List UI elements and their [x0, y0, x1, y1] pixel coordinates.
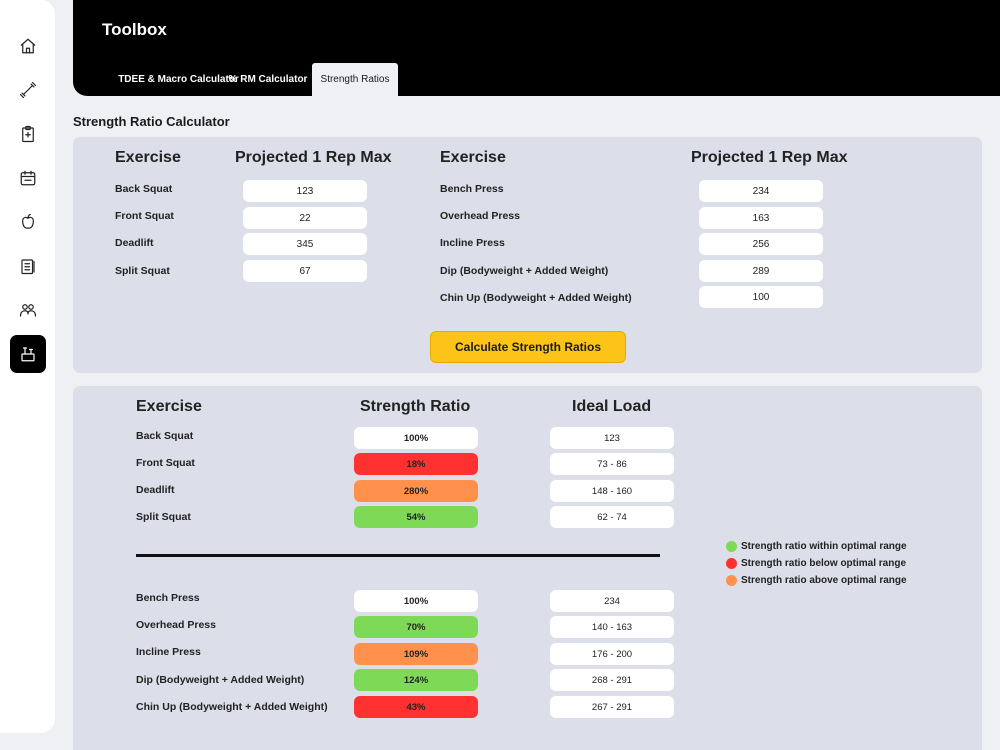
clipboard-icon — [22, 125, 34, 143]
lower-label-3: Split Squat — [115, 265, 170, 277]
toolbox-icon — [21, 347, 35, 362]
users-icon — [19, 304, 37, 317]
app-title: Toolbox — [102, 20, 167, 39]
nav-programs[interactable] — [10, 115, 46, 153]
load-deadlift: 148 - 160 — [550, 480, 674, 502]
upper-label-3: Dip (Bodyweight + Added Weight) — [440, 265, 609, 277]
results-header-ratio: Strength Ratio — [360, 398, 471, 415]
legend-dot-below — [726, 558, 737, 569]
ratio-dip: 124% — [354, 669, 478, 691]
ratio-deadlift: 280% — [354, 480, 478, 502]
load-front-squat: 73 - 86 — [550, 453, 674, 475]
lower-label-1: Front Squat — [115, 210, 174, 222]
app-header: Toolbox TDEE & Macro Calculator % RM Cal… — [73, 0, 1000, 96]
apple-icon — [22, 213, 34, 229]
result-label-deadlift: Deadlift — [136, 484, 175, 496]
legend-label-above: Strength ratio above optimal range — [741, 575, 907, 586]
dumbbell-icon — [19, 81, 37, 99]
results-card: Exercise Strength Ratio Ideal Load Back … — [73, 386, 982, 750]
overhead-press-1rm-input[interactable]: 163 — [699, 207, 823, 229]
load-bench-press: 234 — [550, 590, 674, 612]
upper-label-4: Chin Up (Bodyweight + Added Weight) — [440, 292, 632, 304]
col-header-1rm: Projected 1 Rep Max — [235, 149, 392, 166]
results-header-load: Ideal Load — [572, 398, 652, 415]
incline-press-1rm-input[interactable]: 256 — [699, 233, 823, 255]
results-header-exercise: Exercise — [136, 398, 202, 415]
nav-nutrition[interactable] — [10, 203, 46, 241]
upper-label-1: Overhead Press — [440, 210, 520, 222]
legend-label-below: Strength ratio below optimal range — [741, 558, 907, 569]
result-label-split-squat: Split Squat — [136, 511, 191, 523]
result-label-overhead-press: Overhead Press — [136, 619, 216, 631]
col-header-exercise: Exercise — [115, 149, 181, 166]
result-label-front-squat: Front Squat — [136, 457, 195, 469]
front-squat-1rm-input[interactable]: 22 — [243, 207, 367, 229]
load-split-squat: 62 - 74 — [550, 506, 674, 528]
ratio-front-squat: 18% — [354, 453, 478, 475]
load-chin-up: 267 - 291 — [550, 696, 674, 718]
result-label-chin-up: Chin Up (Bodyweight + Added Weight) — [136, 701, 328, 713]
result-label-bench-press: Bench Press — [136, 592, 200, 604]
split-squat-1rm-input[interactable]: 67 — [243, 260, 367, 282]
nav-calendar[interactable] — [10, 159, 46, 197]
calendar-icon — [20, 170, 36, 186]
checklist-icon — [21, 259, 35, 275]
bench-press-1rm-input[interactable]: 234 — [699, 180, 823, 202]
load-dip: 268 - 291 — [550, 669, 674, 691]
ratio-overhead-press: 70% — [354, 616, 478, 638]
result-label-incline-press: Incline Press — [136, 646, 201, 658]
nav-checklist[interactable] — [10, 247, 46, 285]
legend-above: Strength ratio above optimal range — [726, 575, 907, 586]
result-label-dip: Dip (Bodyweight + Added Weight) — [136, 674, 305, 686]
ratio-split-squat: 54% — [354, 506, 478, 528]
upper-label-2: Incline Press — [440, 237, 505, 249]
ratio-bench-press: 100% — [354, 590, 478, 612]
back-squat-1rm-input[interactable]: 123 — [243, 180, 367, 202]
ratio-back-squat: 100% — [354, 427, 478, 449]
load-back-squat: 123 — [550, 427, 674, 449]
legend-label-within: Strength ratio within optimal range — [741, 541, 907, 552]
ratio-chin-up: 43% — [354, 696, 478, 718]
home-icon — [20, 38, 36, 54]
tab-strength-ratios[interactable]: Strength Ratios — [312, 63, 398, 96]
load-overhead-press: 140 - 163 — [550, 616, 674, 638]
nav-home[interactable] — [10, 27, 46, 65]
calculate-strength-ratios-button[interactable]: Calculate Strength Ratios — [430, 331, 626, 363]
legend-dot-within — [726, 541, 737, 552]
nav-workouts[interactable] — [10, 71, 46, 109]
result-label-back-squat: Back Squat — [136, 430, 194, 442]
col-header-1rm-upper: Projected 1 Rep Max — [691, 149, 848, 166]
page-title: Strength Ratio Calculator — [73, 114, 230, 129]
tab-rm-calculator[interactable]: % RM Calculator — [228, 63, 308, 96]
upper-label-0: Bench Press — [440, 183, 504, 195]
legend-below: Strength ratio below optimal range — [726, 558, 906, 569]
legend-within: Strength ratio within optimal range — [726, 541, 907, 552]
deadlift-1rm-input[interactable]: 345 — [243, 233, 367, 255]
legend-dot-above — [726, 575, 737, 586]
lower-label-0: Back Squat — [115, 183, 173, 195]
section-divider — [136, 554, 660, 557]
col-header-exercise-upper: Exercise — [440, 149, 506, 166]
lower-label-2: Deadlift — [115, 237, 154, 249]
load-incline-press: 176 - 200 — [550, 643, 674, 665]
nav-toolbox[interactable] — [10, 335, 46, 373]
ratio-incline-press: 109% — [354, 643, 478, 665]
dip-1rm-input[interactable]: 289 — [699, 260, 823, 282]
input-card: Exercise Projected 1 Rep Max Exercise Pr… — [73, 137, 982, 373]
chin-up-1rm-input[interactable]: 100 — [699, 286, 823, 308]
sidebar — [0, 0, 55, 733]
nav-clients[interactable] — [10, 291, 46, 329]
